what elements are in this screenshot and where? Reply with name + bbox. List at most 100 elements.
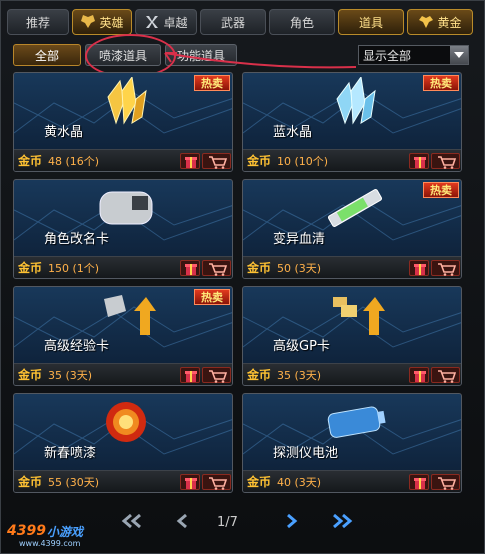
cart-icon[interactable] [431, 153, 460, 169]
name-card-icon [94, 184, 158, 232]
currency-label: 金币 [247, 154, 272, 168]
currency-label: 金币 [18, 154, 43, 168]
item-footer: 金币 10 (10个) [243, 149, 461, 171]
tab-recommend[interactable]: 推荐 [7, 9, 69, 35]
item-card[interactable]: 高级GP卡 金币 35 (3天) [242, 286, 462, 386]
logo-url: www.4399.com [19, 539, 81, 548]
item-footer: 金币 35 (3天) [243, 363, 461, 385]
item-name: 高级经验卡 [44, 339, 110, 354]
currency-label: 金币 [247, 475, 272, 489]
first-page-icon[interactable] [121, 513, 143, 533]
item-card[interactable]: 热卖 变异血清 金币 50 (3天) [242, 179, 462, 279]
item-footer: 金币 55 (30天) [14, 470, 232, 492]
item-price: 150 (1个) [48, 261, 100, 275]
item-footer: 金币 50 (3天) [243, 256, 461, 278]
item-price: 35 (3天) [48, 368, 93, 382]
cart-icon[interactable] [431, 474, 460, 490]
wings-icon [80, 14, 96, 30]
exp-card-icon [94, 291, 158, 339]
gift-icon[interactable] [409, 367, 429, 383]
logo-sub: 小游戏 [47, 525, 84, 539]
cart-icon[interactable] [202, 367, 231, 383]
cart-icon[interactable] [202, 153, 231, 169]
gift-icon[interactable] [409, 474, 429, 490]
last-page-icon[interactable] [331, 513, 353, 533]
item-name: 高级GP卡 [273, 339, 330, 354]
item-footer: 金币 40 (3天) [243, 470, 461, 492]
currency-label: 金币 [247, 261, 272, 275]
chevron-down-icon[interactable] [450, 46, 468, 64]
tab-label: 卓越 [163, 15, 188, 30]
item-price: 48 (16个) [48, 154, 100, 168]
tab-gold[interactable]: 黄金 [407, 9, 473, 35]
hot-badge: 热卖 [423, 75, 459, 91]
tab-label: 英雄 [99, 15, 124, 30]
gift-icon[interactable] [180, 260, 200, 276]
item-card[interactable]: 探测仪电池 金币 40 (3天) [242, 393, 462, 493]
battery-icon [323, 398, 387, 446]
category-tabbar: 推荐 英雄 卓越 武器 角色 道具 黄金 [7, 9, 480, 37]
currency-label: 金币 [247, 368, 272, 382]
gift-icon[interactable] [409, 260, 429, 276]
item-name: 新春喷漆 [44, 446, 97, 461]
item-card[interactable]: 热卖蓝水晶 金币 10 (10个) [242, 72, 462, 172]
gift-icon[interactable] [180, 474, 200, 490]
item-card[interactable]: 热卖黄水晶 金币 48 (16个) [13, 72, 233, 172]
tab-elite[interactable]: 卓越 [135, 9, 197, 35]
item-footer: 金币 35 (3天) [14, 363, 232, 385]
tab-weapon[interactable]: 武器 [200, 9, 266, 35]
item-card[interactable]: 新春喷漆 金币 55 (30天) [13, 393, 233, 493]
tab-label: 道具 [358, 15, 383, 30]
currency-label: 金币 [18, 261, 43, 275]
emblem-icon [144, 14, 160, 30]
hot-badge: 热卖 [194, 289, 230, 305]
tab-label: 武器 [220, 15, 245, 30]
item-name: 角色改名卡 [44, 232, 110, 247]
gift-icon[interactable] [180, 153, 200, 169]
filter-value: 显示全部 [363, 48, 412, 63]
prev-page-icon[interactable] [176, 513, 188, 533]
item-footer: 金币 150 (1个) [14, 256, 232, 278]
gp-card-icon [323, 291, 387, 339]
gift-icon[interactable] [409, 153, 429, 169]
subtab-all[interactable]: 全部 [13, 44, 81, 66]
next-page-icon[interactable] [286, 513, 298, 533]
tab-label: 角色 [289, 15, 314, 30]
item-footer: 金币 48 (16个) [14, 149, 232, 171]
hot-badge: 热卖 [423, 182, 459, 198]
item-price: 50 (3天) [277, 261, 322, 275]
item-card[interactable]: 角色改名卡 金币 150 (1个) [13, 179, 233, 279]
page-indicator: 1/7 [217, 515, 238, 530]
item-price: 10 (10个) [277, 154, 329, 168]
tab-label: 推荐 [25, 15, 50, 30]
currency-label: 金币 [18, 368, 43, 382]
serum-icon [323, 184, 387, 232]
item-price: 40 (3天) [277, 475, 322, 489]
cart-icon[interactable] [202, 260, 231, 276]
item-price: 55 (30天) [48, 475, 100, 489]
cart-icon[interactable] [202, 474, 231, 490]
item-price: 35 (3天) [277, 368, 322, 382]
shop-window: 推荐 英雄 卓越 武器 角色 道具 黄金 全部 喷漆道具 功能道具 显示全部 热… [0, 0, 485, 554]
spray-icon [94, 398, 158, 446]
item-name: 蓝水晶 [273, 125, 313, 140]
currency-label: 金币 [18, 475, 43, 489]
blue-crystal-icon [323, 75, 387, 125]
gold-wings-icon [418, 14, 434, 30]
logo-brand: 4399 [7, 523, 46, 539]
tab-label: 黄金 [437, 15, 462, 30]
gift-icon[interactable] [180, 367, 200, 383]
subtab-label: 全部 [34, 48, 59, 63]
site-logo: 4399 小游戏 www.4399.com [7, 523, 107, 549]
item-name: 黄水晶 [44, 125, 84, 140]
yellow-crystal-icon [94, 75, 158, 125]
hot-badge: 热卖 [194, 75, 230, 91]
item-card[interactable]: 热卖高级经验卡 金币 35 (3天) [13, 286, 233, 386]
item-name: 探测仪电池 [273, 446, 339, 461]
cart-icon[interactable] [431, 260, 460, 276]
tab-character[interactable]: 角色 [269, 9, 335, 35]
tab-items[interactable]: 道具 [338, 9, 404, 35]
filter-select[interactable]: 显示全部 [358, 45, 469, 65]
cart-icon[interactable] [431, 367, 460, 383]
tab-hero[interactable]: 英雄 [72, 9, 132, 35]
